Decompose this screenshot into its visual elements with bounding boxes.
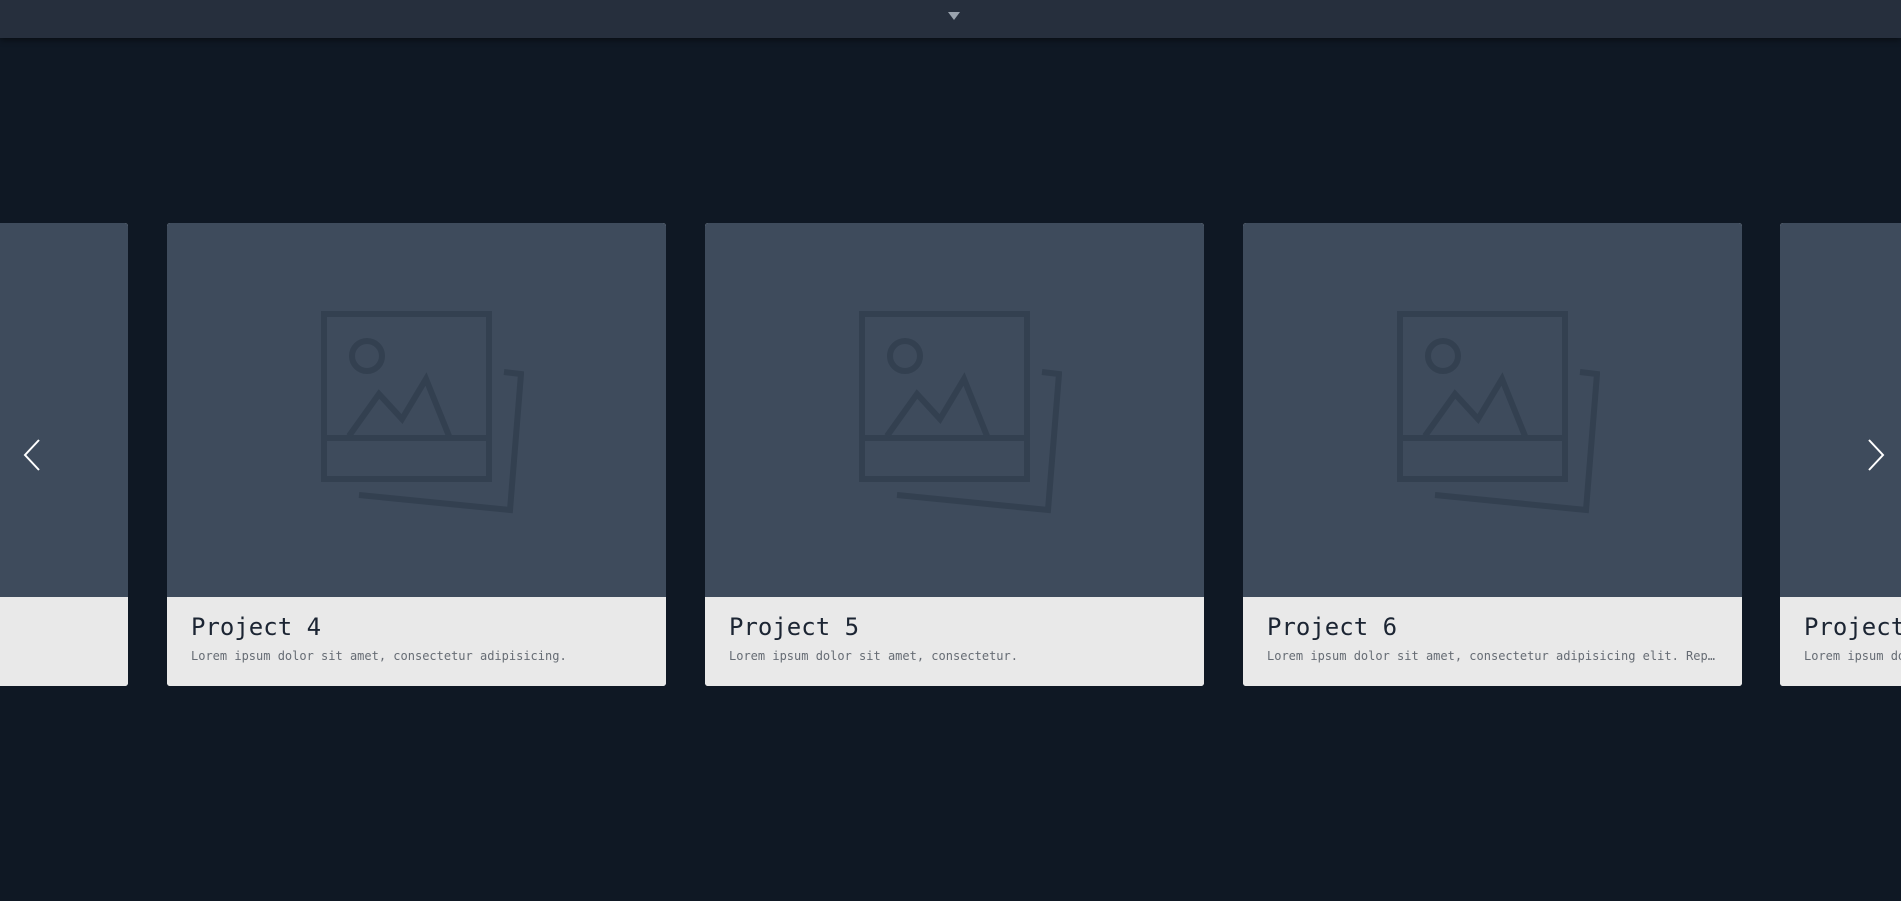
card-image	[167, 223, 666, 597]
project-carousel: Project 4 Lorem ipsum dolor sit amet, co…	[0, 223, 1901, 687]
card-title: Project 5	[729, 613, 860, 641]
card-image	[0, 223, 128, 597]
top-bar	[0, 0, 1901, 38]
project-card-5[interactable]: Project 5 Lorem ipsum dolor sit amet, co…	[705, 223, 1204, 686]
project-card-4[interactable]: Project 4 Lorem ipsum dolor sit amet, co…	[167, 223, 666, 686]
image-placeholder-icon	[1397, 311, 1600, 514]
card-image	[1780, 223, 1901, 597]
carousel-next-button[interactable]	[1864, 438, 1888, 472]
card-body: Project Lorem ipsum do	[1780, 597, 1901, 686]
card-body: Project 6 Lorem ipsum dolor sit amet, co…	[1243, 597, 1742, 686]
image-placeholder-icon	[859, 311, 1062, 514]
card-image	[1243, 223, 1742, 597]
card-description: Lorem ipsum do	[1804, 649, 1901, 663]
image-placeholder-icon	[321, 311, 524, 514]
carousel-prev-button[interactable]	[20, 438, 44, 472]
project-card-6[interactable]: Project 6 Lorem ipsum dolor sit amet, co…	[1243, 223, 1742, 686]
card-description: Lorem ipsum dolor sit amet, consectetur …	[1267, 649, 1715, 663]
card-body: Project 5 Lorem ipsum dolor sit amet, co…	[705, 597, 1204, 686]
chevron-left-icon	[23, 439, 40, 471]
chevron-right-icon	[1868, 439, 1885, 471]
card-description: Lorem ipsum dolor sit amet, consectetur …	[191, 649, 567, 663]
card-title: Project 4	[191, 613, 322, 641]
caret-down-icon	[948, 12, 960, 20]
card-body: Project 4 Lorem ipsum dolor sit amet, co…	[167, 597, 666, 686]
card-image	[705, 223, 1204, 597]
card-title: Project	[1804, 613, 1901, 641]
card-title: Project 6	[1267, 613, 1398, 641]
card-body	[0, 597, 128, 686]
card-description: Lorem ipsum dolor sit amet, consectetur.	[729, 649, 1018, 663]
top-bar-toggle-button[interactable]	[945, 9, 963, 23]
